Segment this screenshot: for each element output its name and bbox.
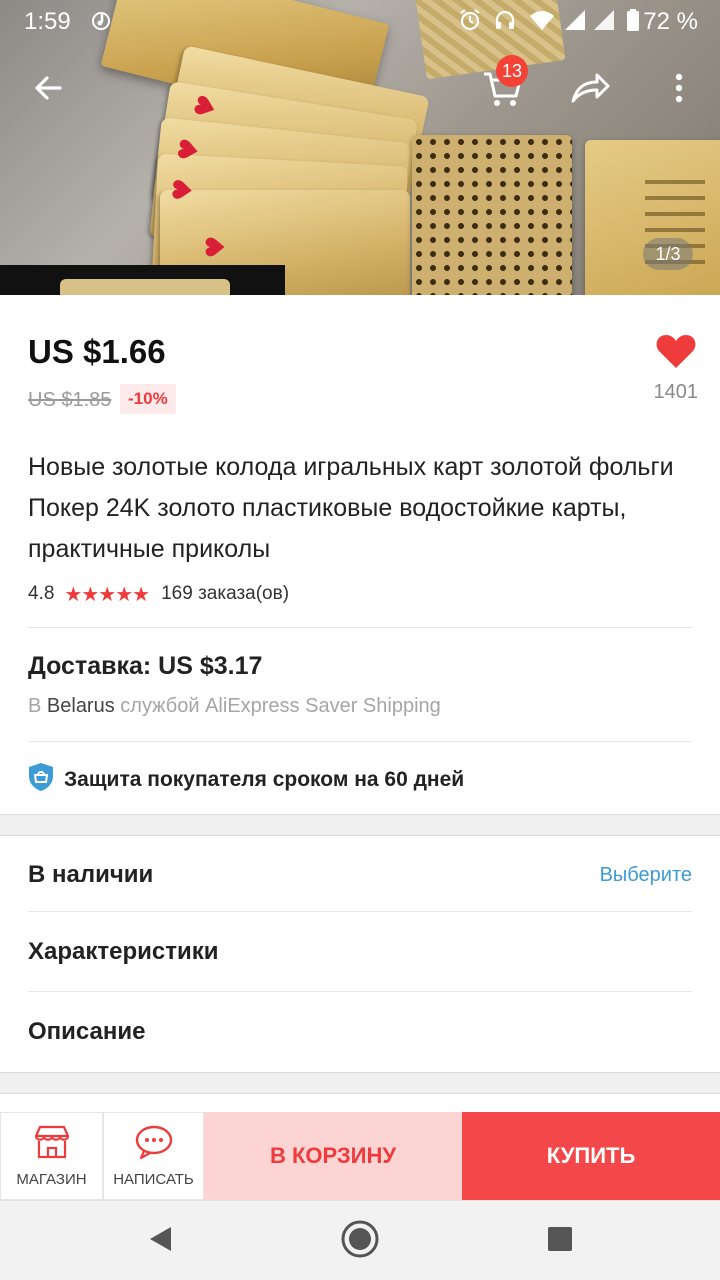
message-label: НАПИСАТЬ — [113, 1171, 194, 1188]
star-icon: ★ — [64, 583, 82, 606]
section-gap — [0, 814, 720, 836]
chat-icon — [134, 1124, 174, 1165]
system-navigation-bar — [0, 1200, 720, 1280]
divider — [28, 911, 692, 912]
image-card-mark: ♥ — [201, 235, 232, 259]
star-icon: ★ — [81, 583, 99, 606]
shipping-prefix: В — [28, 695, 42, 717]
image-card-mark: ♥ — [167, 177, 200, 203]
nav-home-button[interactable] — [340, 1219, 380, 1264]
status-time: 1:59 — [24, 8, 71, 35]
specifications-row[interactable]: Характеристики — [28, 938, 219, 966]
shipping-method: службой AliExpress Saver Shipping — [120, 695, 441, 717]
store-button[interactable]: МАГАЗИН — [0, 1112, 103, 1200]
select-variant-link[interactable]: Выберите — [600, 864, 692, 887]
product-title: Новые золотые колода игральных карт золо… — [28, 453, 674, 563]
favorite-button[interactable] — [655, 332, 697, 370]
star-icon: ★ — [115, 583, 133, 606]
nav-recents-button[interactable] — [540, 1221, 580, 1261]
share-button[interactable] — [566, 66, 614, 114]
heart-icon — [655, 335, 697, 374]
triangle-back-icon — [147, 1225, 173, 1258]
rating-row[interactable]: 4.8 ★ ★ ★ ★ ★ 169 заказа(ов) — [28, 581, 289, 607]
divider — [28, 741, 692, 742]
status-bar: 1:59 72 % — [0, 0, 720, 44]
star-icon: ★ — [98, 583, 116, 606]
cart-count-badge: 13 — [496, 55, 529, 87]
rating-stars: ★ ★ ★ ★ ★ — [64, 582, 150, 607]
discount-badge: -10% — [120, 384, 176, 414]
divider — [28, 627, 692, 628]
orders-count: 169 заказа(ов) — [161, 583, 290, 604]
back-button[interactable] — [24, 66, 72, 114]
product-price: US $1.66 — [28, 333, 166, 370]
store-label: МАГАЗИН — [16, 1171, 87, 1188]
arrow-left-icon — [32, 72, 64, 109]
buyer-protection-text: Защита покупателя сроком на 60 дней — [64, 767, 465, 791]
rating-value: 4.8 — [28, 583, 55, 604]
favorites-count: 1401 — [653, 381, 699, 403]
bottom-action-bar: МАГАЗИН НАПИСАТЬ В КОРЗИНУ КУПИТЬ — [0, 1112, 720, 1200]
image-pager: 1/3 — [643, 238, 693, 270]
signal-icon — [563, 8, 587, 39]
description-row[interactable]: Описание — [28, 1018, 146, 1046]
circle-home-icon — [340, 1219, 380, 1264]
shield-icon — [28, 762, 54, 797]
section-gap — [0, 1072, 720, 1094]
battery-icon — [626, 8, 640, 39]
product-image-gallery[interactable]: ♥ ♥ ♥ ♥ — [0, 0, 720, 295]
headset-icon — [493, 8, 517, 39]
signal-icon — [592, 8, 616, 39]
image-card-mark: ♥ — [172, 135, 207, 165]
more-vertical-icon — [674, 72, 684, 109]
share-icon — [569, 67, 611, 114]
wifi-icon — [529, 8, 555, 39]
divider — [28, 991, 692, 992]
shipping-country: Belarus — [46, 695, 115, 717]
shipping-details[interactable]: В Belarus службой AliExpress Saver Shipp… — [28, 695, 441, 718]
music-note-icon — [90, 8, 112, 39]
original-price: US $1.85 — [28, 389, 112, 411]
image-card-back — [412, 135, 572, 295]
battery-percentage: 72 % — [643, 8, 698, 35]
nav-back-button[interactable] — [140, 1221, 180, 1261]
message-button[interactable]: НАПИСАТЬ — [103, 1112, 204, 1200]
square-recents-icon — [547, 1226, 573, 1257]
buyer-protection[interactable]: Защита покупателя сроком на 60 дней — [28, 762, 464, 797]
star-icon: ★ — [132, 583, 150, 606]
image-certificate — [585, 140, 720, 295]
availability-row[interactable]: В наличии — [28, 861, 153, 889]
add-to-cart-button[interactable]: В КОРЗИНУ — [204, 1112, 462, 1200]
alarm-icon — [458, 8, 482, 39]
image-black-strip — [0, 265, 285, 295]
buy-now-button[interactable]: КУПИТЬ — [462, 1112, 720, 1200]
store-icon — [32, 1124, 72, 1165]
more-button[interactable] — [655, 66, 703, 114]
shipping-cost[interactable]: Доставка: US $3.17 — [28, 652, 262, 681]
